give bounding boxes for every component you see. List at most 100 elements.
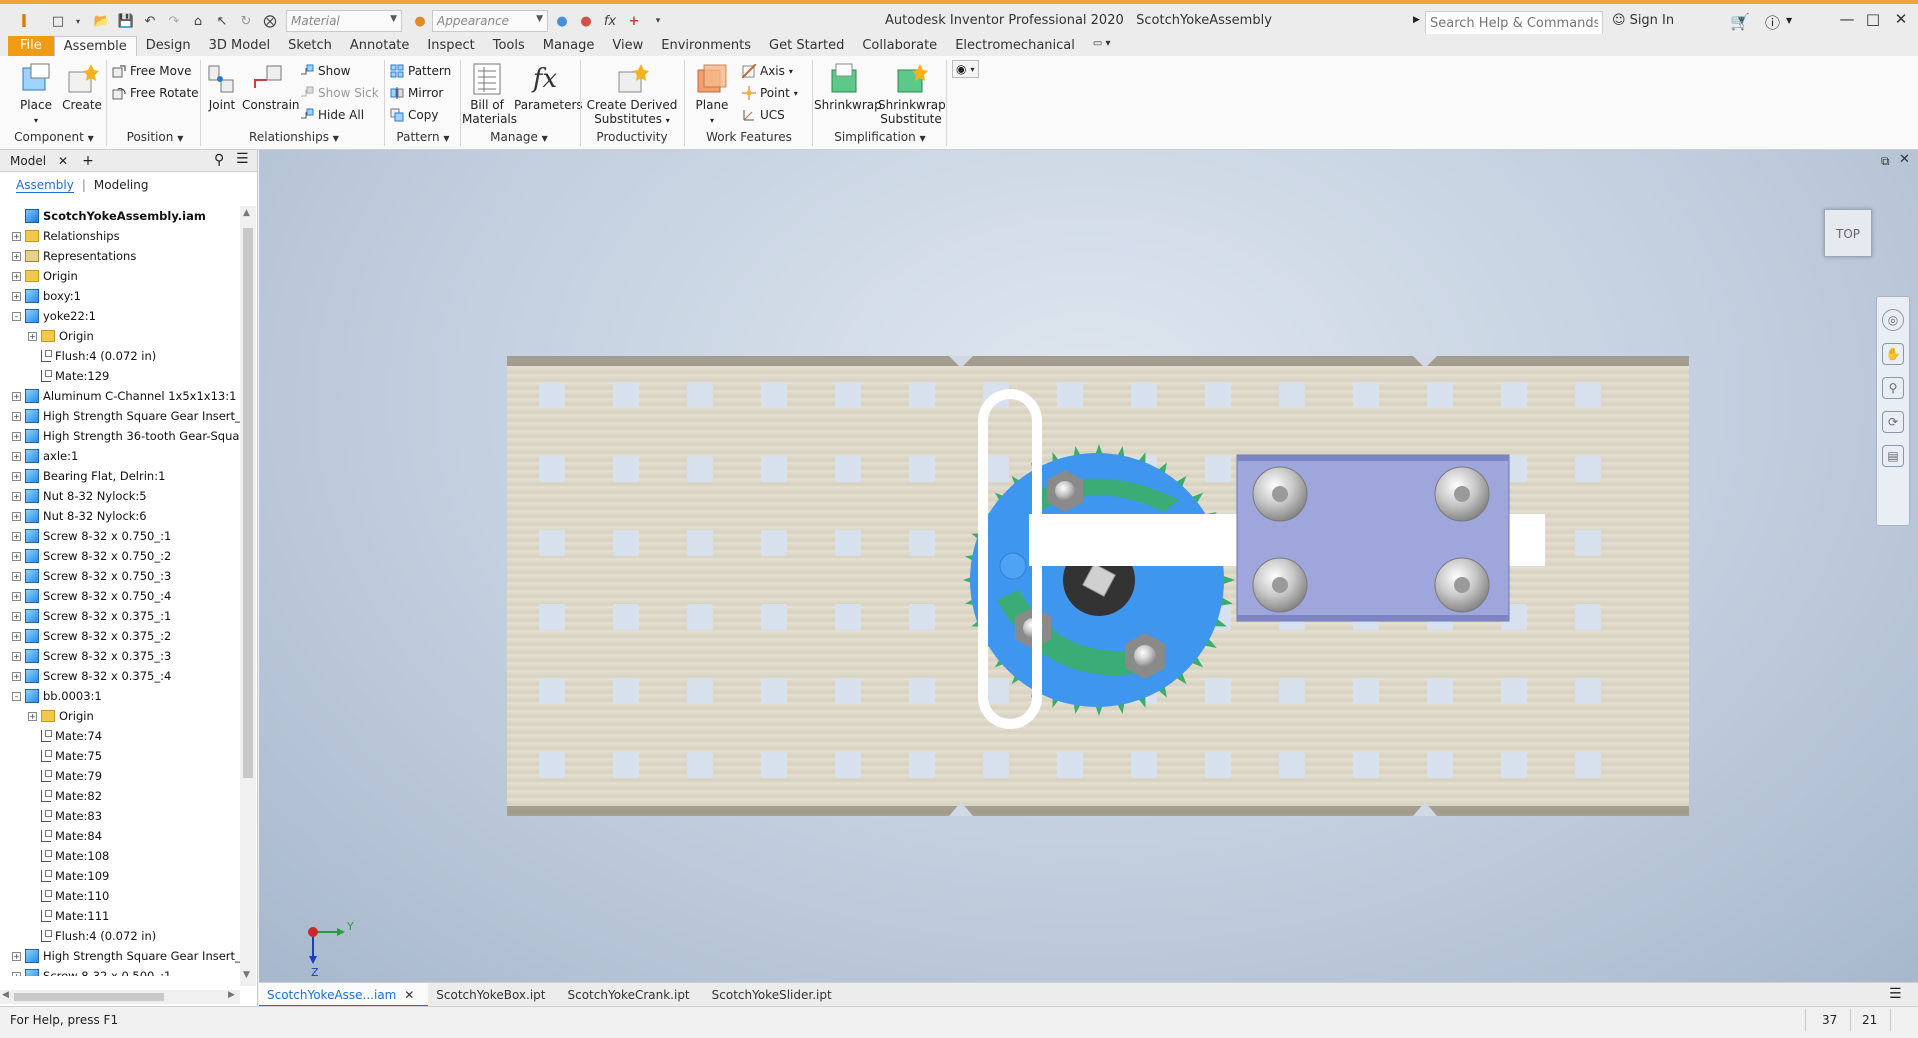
ucs-button[interactable]: UCS: [742, 106, 785, 124]
pattern-group-label[interactable]: Pattern ▼: [386, 130, 460, 144]
tree-node[interactable]: Flush:4 (0.072 in): [0, 346, 240, 366]
create-button[interactable]: Create: [62, 62, 102, 112]
close-icon[interactable]: ✕: [58, 154, 68, 168]
hide-all-button[interactable]: Hide All: [300, 106, 364, 124]
viewport-close-icon[interactable]: ✕: [1899, 152, 1910, 167]
open-file-icon[interactable]: 📂: [92, 11, 112, 31]
parameters-button[interactable]: fx Parameters: [514, 62, 583, 112]
tree-node[interactable]: + Origin: [0, 706, 240, 726]
tab-assemble[interactable]: Assemble: [53, 36, 137, 56]
expand-icon[interactable]: +: [12, 391, 21, 401]
constrain-button[interactable]: Constrain: [242, 62, 300, 112]
work-features-group-label[interactable]: Work Features: [688, 130, 810, 144]
expand-icon[interactable]: +: [12, 531, 21, 541]
new-dropdown-icon[interactable]: ▾: [68, 11, 88, 31]
add-tab-icon[interactable]: +: [82, 153, 94, 169]
pattern-button[interactable]: Pattern: [390, 62, 451, 80]
bill-of-materials-button[interactable]: Bill of Materials: [462, 62, 517, 126]
free-rotate-button[interactable]: Free Rotate: [112, 84, 199, 102]
expand-icon[interactable]: +: [12, 951, 21, 961]
zoom-icon[interactable]: ⚲: [1882, 377, 1904, 399]
undo-icon[interactable]: ↶: [140, 11, 160, 31]
tree-node[interactable]: + Relationships: [0, 226, 240, 246]
home-icon[interactable]: ⌂: [188, 11, 208, 31]
tree-node[interactable]: ScotchYokeAssembly.iam: [0, 206, 240, 226]
search-expand-icon[interactable]: ▶: [1413, 15, 1420, 25]
doc-tab-slider[interactable]: ScotchYokeSlider.ipt: [704, 983, 846, 1007]
tree-node[interactable]: Mate:79: [0, 766, 240, 786]
search-input[interactable]: [1425, 11, 1603, 35]
customize-dropdown-icon[interactable]: ▾: [648, 11, 668, 31]
tree-node[interactable]: + High Strength 36-tooth Gear-Square Ins: [0, 426, 240, 446]
tree-node[interactable]: Flush:4 (0.072 in): [0, 926, 240, 946]
tree-node[interactable]: + Origin: [0, 326, 240, 346]
axis-button[interactable]: Axis ▾: [741, 62, 793, 80]
tree-scroll-thumb[interactable]: [243, 228, 253, 778]
save-icon[interactable]: 💾: [116, 11, 136, 31]
tree-node[interactable]: + High Strength Square Gear Insert_MIR:: [0, 406, 240, 426]
tree-node[interactable]: + Screw 8-32 x 0.500_:1: [0, 966, 240, 976]
close-icon[interactable]: ✕: [404, 988, 414, 1002]
maximize-button[interactable]: □: [1858, 10, 1888, 34]
screw-8-32[interactable]: [1434, 557, 1490, 613]
collapse-icon[interactable]: –: [12, 691, 21, 701]
scroll-down-icon[interactable]: ▼: [243, 970, 250, 980]
help-dropdown-icon[interactable]: ▼: [1786, 16, 1792, 25]
tree-node[interactable]: Mate:74: [0, 726, 240, 746]
clear-appearance-icon[interactable]: ⨂: [260, 11, 280, 31]
tree-node[interactable]: Mate:84: [0, 826, 240, 846]
tab-tools[interactable]: Tools: [484, 36, 534, 56]
plane-button[interactable]: Plane ▾: [690, 62, 734, 128]
component-group-label[interactable]: Component ▼: [4, 130, 104, 144]
steering-wheel-icon[interactable]: ◎: [1882, 309, 1904, 331]
expand-icon[interactable]: +: [12, 231, 21, 241]
tab-view[interactable]: View: [603, 36, 652, 56]
select-icon[interactable]: ↖: [212, 11, 232, 31]
expand-icon[interactable]: +: [12, 491, 21, 501]
expand-icon[interactable]: +: [12, 471, 21, 481]
fx-parameters-icon[interactable]: fx: [600, 11, 620, 31]
orbit-icon[interactable]: ⟳: [1882, 411, 1904, 433]
expand-icon[interactable]: +: [12, 611, 21, 621]
expand-icon[interactable]: +: [12, 251, 21, 261]
search-icon[interactable]: ⚲: [214, 152, 224, 168]
doc-tab-crank[interactable]: ScotchYokeCrank.ipt: [560, 983, 704, 1007]
add-icon[interactable]: +: [624, 11, 644, 31]
tree-horizontal-scrollbar[interactable]: ◀ ▶: [0, 990, 240, 1004]
doc-tab-box[interactable]: ScotchYokeBox.ipt: [428, 983, 559, 1007]
redo-icon[interactable]: ↷: [164, 11, 184, 31]
tab-file[interactable]: File: [8, 36, 54, 56]
tree-node[interactable]: + Nut 8-32 Nylock:6: [0, 506, 240, 526]
tab-modeling-mode[interactable]: Modeling: [94, 178, 149, 192]
tree-node[interactable]: Mate:110: [0, 886, 240, 906]
expand-icon[interactable]: +: [12, 271, 21, 281]
tab-environments[interactable]: Environments: [652, 36, 760, 56]
tree-node[interactable]: + Screw 8-32 x 0.375_:2: [0, 626, 240, 646]
tree-node[interactable]: + High Strength Square Gear Insert_MIR:: [0, 946, 240, 966]
screw-8-32[interactable]: [1252, 557, 1308, 613]
shrinkwrap-substitute-button[interactable]: Shrinkwrap Substitute: [878, 62, 946, 126]
tree-node[interactable]: – bb.0003:1: [0, 686, 240, 706]
shrinkwrap-button[interactable]: Shrinkwrap: [814, 62, 882, 112]
expand-icon[interactable]: +: [12, 511, 21, 521]
new-file-icon[interactable]: □: [48, 11, 68, 31]
scroll-up-icon[interactable]: ▲: [243, 208, 250, 218]
tree-node[interactable]: + Nut 8-32 Nylock:5: [0, 486, 240, 506]
tab-sketch[interactable]: Sketch: [279, 36, 341, 56]
tree-node[interactable]: + Origin: [0, 266, 240, 286]
ribbon-options-icon[interactable]: ▭ ▾: [1084, 36, 1120, 56]
collapse-icon[interactable]: –: [12, 311, 21, 321]
expand-icon[interactable]: +: [28, 331, 37, 341]
expand-icon[interactable]: +: [12, 651, 21, 661]
tree-node[interactable]: – yoke22:1: [0, 306, 240, 326]
free-move-button[interactable]: Free Move: [112, 62, 191, 80]
tab-assembly-mode[interactable]: Assembly: [16, 178, 74, 193]
tree-node[interactable]: + boxy:1: [0, 286, 240, 306]
expand-icon[interactable]: +: [12, 451, 21, 461]
manage-group-label[interactable]: Manage ▼: [462, 130, 576, 144]
update-icon[interactable]: ↻: [236, 11, 256, 31]
doc-tab-assembly[interactable]: ScotchYokeAsse...iam ✕: [259, 982, 429, 1007]
look-at-icon[interactable]: ▤: [1882, 445, 1904, 467]
tree-node[interactable]: + Representations: [0, 246, 240, 266]
tab-electromechanical[interactable]: Electromechanical: [946, 36, 1084, 56]
